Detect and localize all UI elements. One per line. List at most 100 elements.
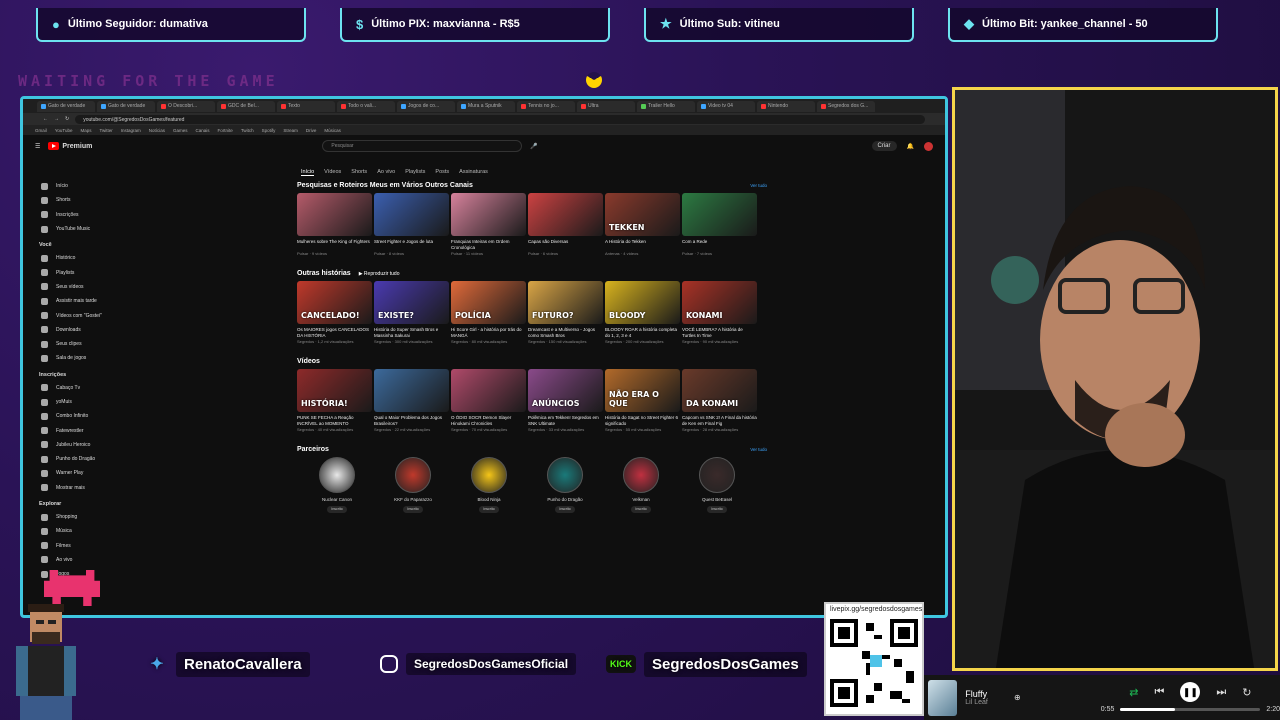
- sidebar-item[interactable]: Ao vivo: [35, 553, 120, 567]
- video-card[interactable]: ANÚNCIOS Polêmica em Tekken! Segredos em …: [528, 369, 603, 432]
- sidebar-item[interactable]: Warner Play: [35, 466, 120, 480]
- bookmark-item[interactable]: Games: [173, 128, 188, 133]
- sidebar-item[interactable]: yoMuis: [35, 395, 120, 409]
- browser-tab[interactable]: Ultra: [577, 100, 635, 112]
- browser-tab[interactable]: Tennis no jo...: [517, 100, 575, 112]
- bookmark-item[interactable]: Fortnite: [218, 128, 233, 133]
- browser-tab[interactable]: Segredos dos G...: [817, 100, 875, 112]
- video-thumbnail[interactable]: NÃO ERA O QUE: [605, 369, 680, 412]
- partner-channel[interactable]: Punho do Dragão Inscrito: [545, 457, 585, 513]
- browser-tab[interactable]: Trailer Hello: [637, 100, 695, 112]
- video-title[interactable]: História do Super Smash Bros e Massinha …: [374, 327, 449, 339]
- video-thumbnail[interactable]: [451, 369, 526, 412]
- video-thumbnail[interactable]: CANCELADO!: [297, 281, 372, 324]
- add-icon[interactable]: ⊕: [1014, 693, 1021, 702]
- video-title[interactable]: Mulheres sobre The King of Fighters: [297, 239, 372, 251]
- sidebar-item[interactable]: Playlists: [35, 265, 120, 279]
- browser-tab[interactable]: Gato de verdade: [97, 100, 155, 112]
- sidebar-item[interactable]: Música: [35, 524, 120, 538]
- channel-avatar[interactable]: [623, 457, 659, 493]
- shuffle-icon[interactable]: ⇄: [1129, 686, 1138, 699]
- search-input[interactable]: Pesquisar: [322, 140, 523, 152]
- bookmark-item[interactable]: Stream: [283, 128, 298, 133]
- browser-tab[interactable]: GDC de Bel...: [217, 100, 275, 112]
- video-title[interactable]: Qual o Maior Problema dos Jogos Brasilei…: [374, 415, 449, 427]
- channel-avatar[interactable]: [471, 457, 507, 493]
- browser-tab[interactable]: Nintendo: [757, 100, 815, 112]
- channel-tab[interactable]: Shorts: [351, 169, 367, 176]
- youtube-logo[interactable]: Premium: [48, 142, 92, 150]
- sidebar-item[interactable]: Jubileu Heroico: [35, 438, 120, 452]
- video-thumbnail[interactable]: ANÚNCIOS: [528, 369, 603, 412]
- video-thumbnail[interactable]: EXISTE?: [374, 281, 449, 324]
- sidebar-item[interactable]: Seus vídeos: [35, 280, 120, 294]
- sidebar-item[interactable]: Histórico: [35, 251, 120, 265]
- video-card[interactable]: Qual o Maior Problema dos Jogos Brasilei…: [374, 369, 449, 432]
- create-button[interactable]: Criar: [871, 141, 897, 151]
- video-card[interactable]: FUTURO? Dreamcast e a Multiverso - Jogos …: [528, 281, 603, 344]
- pause-button[interactable]: ❚❚: [1180, 682, 1201, 702]
- video-card[interactable]: NÃO ERA O QUE História do Sagat no Street…: [605, 369, 680, 432]
- partner-channel[interactable]: KKF do Paparazzo Inscrito: [393, 457, 433, 513]
- channel-avatar[interactable]: [547, 457, 583, 493]
- sidebar-item[interactable]: Seus clipes: [35, 337, 120, 351]
- video-thumbnail[interactable]: [374, 369, 449, 412]
- video-title[interactable]: Com a Rede: [682, 239, 757, 251]
- video-card[interactable]: EXISTE? História do Super Smash Bros e Ma…: [374, 281, 449, 344]
- sidebar-item[interactable]: Filmes: [35, 539, 120, 553]
- see-all-link[interactable]: Ver tudo: [750, 183, 767, 188]
- channel-tab[interactable]: Playlists: [405, 169, 425, 176]
- next-icon[interactable]: ⏭: [1216, 686, 1226, 699]
- video-thumbnail[interactable]: [374, 193, 449, 236]
- partner-channel[interactable]: Velkman Inscrito: [621, 457, 661, 513]
- bookmark-item[interactable]: Notícias: [149, 128, 165, 133]
- video-title[interactable]: História do Sagat no Street Fighter 6 si…: [605, 415, 680, 427]
- channel-tab[interactable]: Início: [301, 169, 315, 176]
- bookmark-item[interactable]: Twitch: [241, 128, 254, 133]
- sidebar-item[interactable]: Mostrar mais: [35, 481, 120, 495]
- video-thumbnail[interactable]: HISTÓRIA!: [297, 369, 372, 412]
- video-title[interactable]: Capas são Diversas: [528, 239, 603, 251]
- back-icon[interactable]: ←: [43, 116, 48, 122]
- partner-channel[interactable]: Nuclear Canon Inscrito: [317, 457, 357, 513]
- video-card[interactable]: HISTÓRIA! PUNK SE FECHA a Reação INCRÍVEL…: [297, 369, 372, 432]
- reload-icon[interactable]: ↻: [65, 116, 69, 122]
- subscribe-button[interactable]: Inscrito: [479, 506, 499, 513]
- video-card[interactable]: Franquias Inteiras em Ordem Cronológica P…: [451, 193, 526, 256]
- video-card[interactable]: Mulheres sobre The King of Fighters Pulsa…: [297, 193, 372, 256]
- bookmark-item[interactable]: Twitter: [99, 128, 112, 133]
- see-all-link[interactable]: Ver tudo: [750, 447, 767, 452]
- video-title[interactable]: VOCÊ LEMBRA? A história de Turtles In Ti…: [682, 327, 757, 339]
- video-card[interactable]: Capas são Diversas Pulsar · 6 vídeos: [528, 193, 603, 256]
- avatar[interactable]: [924, 141, 933, 151]
- subscribe-button[interactable]: Inscrito: [555, 506, 575, 513]
- video-card[interactable]: CANCELADO! Os MAIORES jogos CANCELADOS DA…: [297, 281, 372, 344]
- video-card[interactable]: DA KONAMI Capcom vs SNK 2! A Final da his…: [682, 369, 757, 432]
- partner-channel[interactable]: Quest BeEasel Inscrito: [697, 457, 737, 513]
- browser-tab[interactable]: Jogos de co...: [397, 100, 455, 112]
- video-thumbnail[interactable]: POLÍCIA: [451, 281, 526, 324]
- video-title[interactable]: Dreamcast e a Multiverso - Jogos como Sm…: [528, 327, 603, 339]
- video-title[interactable]: Polêmica em Tekken! Segredos em SNK Ulti…: [528, 415, 603, 427]
- subscribe-button[interactable]: Inscrito: [403, 506, 423, 513]
- browser-tab[interactable]: Texto: [277, 100, 335, 112]
- bookmark-item[interactable]: Spotify: [262, 128, 276, 133]
- browser-tab[interactable]: Gato de verdade: [37, 100, 95, 112]
- video-title[interactable]: PUNK SE FECHA a Reação INCRÍVEL ao MOMEN…: [297, 415, 372, 427]
- channel-tab[interactable]: Vídeos: [324, 169, 341, 176]
- channel-avatar[interactable]: [319, 457, 355, 493]
- mic-icon[interactable]: 🎤: [530, 143, 537, 150]
- video-card[interactable]: TEKKEN A História do Tekken Antenas · 4 ví…: [605, 193, 680, 256]
- subscribe-button[interactable]: Inscrito: [327, 506, 347, 513]
- video-thumbnail[interactable]: BLOODY: [605, 281, 680, 324]
- subscribe-button[interactable]: Inscrito: [631, 506, 651, 513]
- sidebar-item[interactable]: Shorts: [35, 193, 120, 207]
- video-card[interactable]: BLOODY BLOODY ROAR a história completa do…: [605, 281, 680, 344]
- sidebar-item[interactable]: Inscrições: [35, 208, 120, 222]
- video-thumbnail[interactable]: [682, 193, 757, 236]
- sidebar-item[interactable]: Combo Infinito: [35, 409, 120, 423]
- bookmark-item[interactable]: YouTube: [55, 128, 73, 133]
- video-title[interactable]: Street Fighter e Jogos de luta: [374, 239, 449, 251]
- video-thumbnail[interactable]: DA KONAMI: [682, 369, 757, 412]
- sidebar-item[interactable]: Sala de jogos: [35, 351, 120, 365]
